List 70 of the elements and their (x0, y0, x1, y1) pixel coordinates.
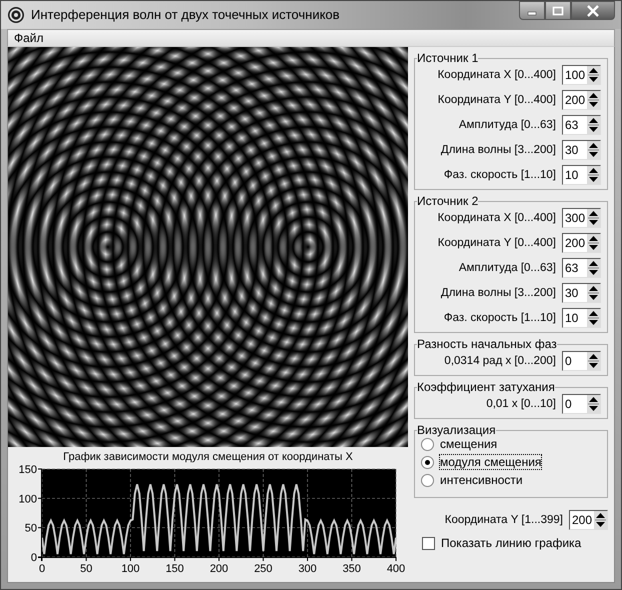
tick-label: 150 (18, 464, 37, 476)
close-icon (586, 4, 600, 16)
spin-field[interactable]: 30 (562, 283, 601, 303)
tick-label: 200 (210, 563, 228, 575)
close-button[interactable] (571, 1, 615, 20)
field-label: Фаз. скорость [1...10] (444, 169, 556, 181)
tick-label: 350 (342, 563, 361, 575)
app-icon (7, 6, 25, 24)
tick-label: 50 (24, 522, 37, 535)
menu-item[interactable]: Файл (8, 30, 50, 45)
field-label: Длина волны [3...200] (440, 144, 556, 156)
spin-arrows-icon[interactable] (587, 91, 600, 109)
field-label: Координата Y [1...399] (444, 514, 563, 526)
spin-field[interactable]: 30 (562, 140, 601, 160)
spin-arrows-icon[interactable] (587, 395, 600, 413)
tick-label: 100 (18, 493, 37, 506)
spin-arrows-icon[interactable] (587, 352, 600, 370)
field-label: Координата X [0...400] (438, 212, 556, 224)
spin-field[interactable]: 100 (562, 65, 601, 85)
field-label: Координата Y [0...400] (438, 94, 556, 106)
spin-field[interactable]: 0 (562, 351, 601, 371)
spin-field[interactable]: 10 (562, 165, 601, 185)
spin-arrows-icon[interactable] (587, 66, 600, 84)
tick-label: 0 (30, 552, 37, 564)
field-label: Фаз. скорость [1...10] (444, 312, 556, 324)
radio-option[interactable]: смещения (421, 437, 601, 451)
spin-field[interactable]: 200 (562, 233, 601, 253)
tick-label: 50 (80, 563, 92, 575)
radio-option[interactable]: модуля смещения (421, 455, 601, 469)
window-title: Интерференция волн от двух точечных источников (31, 7, 341, 22)
tick-label: 0 (38, 563, 46, 575)
tick-label: 150 (166, 563, 184, 575)
group-title: Визуализация (417, 423, 496, 437)
spin-field[interactable]: 63 (562, 258, 601, 278)
field-label: Координата Y [0...400] (438, 237, 556, 249)
radio-option[interactable]: интенсивности (421, 473, 601, 487)
tick-label: 100 (121, 563, 140, 575)
field-label: Амплитуда [0...63] (458, 119, 556, 131)
group-title: Коэффициент затухания (417, 380, 555, 394)
chart-title: График зависимости модуля смещения от координаты X (63, 451, 353, 463)
spin-arrows-icon[interactable] (594, 511, 607, 529)
maximize-icon (552, 6, 564, 16)
spin-arrows-icon[interactable] (587, 259, 600, 277)
group-title: Источник 2 (417, 194, 478, 208)
field-label: Координата X [0...400] (438, 69, 556, 81)
spin-arrows-icon[interactable] (587, 284, 600, 302)
tick-label: 250 (254, 563, 272, 575)
spin-field[interactable]: 300 (562, 208, 601, 228)
spin-arrows-icon[interactable] (587, 209, 600, 227)
spin-arrows-icon[interactable] (587, 166, 600, 184)
field-label: Длина волны [3...200] (440, 287, 556, 299)
field-label: 0,01 x [0...10] (486, 398, 556, 410)
spin-arrows-icon[interactable] (587, 116, 600, 134)
checkbox-option[interactable]: Показать линию графика (422, 536, 608, 550)
spin-field[interactable]: 10 (562, 308, 601, 328)
field-label: Амплитуда [0...63] (458, 262, 556, 274)
spin-field[interactable]: 0 (562, 394, 601, 414)
spin-arrows-icon[interactable] (587, 234, 600, 252)
spin-arrows-icon[interactable] (587, 309, 600, 327)
tick-label: 400 (386, 563, 406, 575)
spin-field[interactable]: 63 (562, 115, 601, 135)
group-title: Источник 1 (417, 51, 478, 65)
minimize-button[interactable] (519, 1, 545, 20)
maximize-button[interactable] (545, 1, 571, 20)
spin-field[interactable]: 200 (569, 510, 608, 530)
tick-label: 300 (298, 563, 317, 575)
field-label: 0,0314 рад x [0...200] (444, 355, 556, 367)
spin-field[interactable]: 200 (562, 90, 601, 110)
group-title: Разность начальных фаз (417, 337, 557, 351)
spin-arrows-icon[interactable] (587, 141, 600, 159)
